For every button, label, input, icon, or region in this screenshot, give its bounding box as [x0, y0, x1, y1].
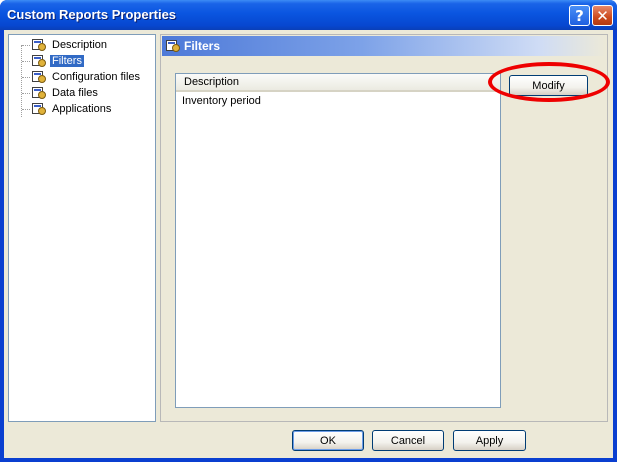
window-title: Custom Reports Properties [7, 7, 177, 22]
close-icon: ✕ [596, 6, 609, 25]
report-gear-icon [31, 86, 47, 100]
ok-button[interactable]: OK [292, 430, 364, 451]
dialog-client-area: Description Filters Configuration files … [4, 30, 613, 458]
list-item-label: Inventory period [182, 95, 261, 107]
filters-panel: Filters Description Inventory period Mod… [160, 34, 610, 422]
report-gear-icon [31, 38, 47, 52]
help-button[interactable]: ? [569, 5, 590, 26]
report-gear-icon [31, 54, 47, 68]
apply-button-label: Apply [475, 434, 504, 447]
title-bar[interactable]: Custom Reports Properties ? ✕ [0, 0, 617, 30]
tree-connector [22, 45, 30, 46]
help-icon: ? [575, 6, 584, 25]
tree-item-label: Description [52, 39, 108, 51]
apply-button[interactable]: Apply [453, 430, 526, 451]
tree-item-filters[interactable]: Filters [31, 54, 155, 68]
tree-connector [22, 77, 30, 78]
filters-list[interactable]: Description Inventory period [175, 73, 501, 408]
report-gear-icon [31, 102, 47, 116]
tree-item-applications[interactable]: Applications [31, 102, 155, 116]
tree-item-data-files[interactable]: Data files [31, 86, 155, 100]
report-gear-icon [31, 70, 47, 84]
tree-item-label: Configuration files [52, 71, 141, 83]
navigation-tree: Description Filters Configuration files … [8, 34, 156, 422]
tree-connector [22, 61, 30, 62]
tree-connector [22, 109, 30, 110]
tree-item-description[interactable]: Description [31, 38, 155, 52]
tree-item-label: Filters [50, 55, 84, 67]
list-item[interactable]: Inventory period [182, 95, 261, 107]
ok-button-label: OK [320, 434, 336, 447]
cancel-button[interactable]: Cancel [372, 430, 444, 451]
section-title: Filters [184, 39, 221, 53]
properties-window: Custom Reports Properties ? ✕ Descriptio… [0, 0, 617, 462]
tree-item-configuration-files[interactable]: Configuration files [31, 70, 155, 84]
tree-connector [22, 93, 30, 94]
tree-item-label: Applications [52, 103, 112, 115]
section-header: Filters [162, 36, 606, 56]
tree-connector [21, 45, 22, 117]
modify-button[interactable]: Modify [509, 75, 588, 96]
cancel-button-label: Cancel [390, 434, 426, 447]
close-button[interactable]: ✕ [592, 5, 613, 26]
modify-button-label: Modify [532, 79, 565, 92]
tree-item-label: Data files [52, 87, 98, 99]
column-header-label: Description [184, 76, 240, 88]
column-header-description[interactable]: Description [176, 74, 500, 92]
report-gear-icon [165, 39, 181, 53]
